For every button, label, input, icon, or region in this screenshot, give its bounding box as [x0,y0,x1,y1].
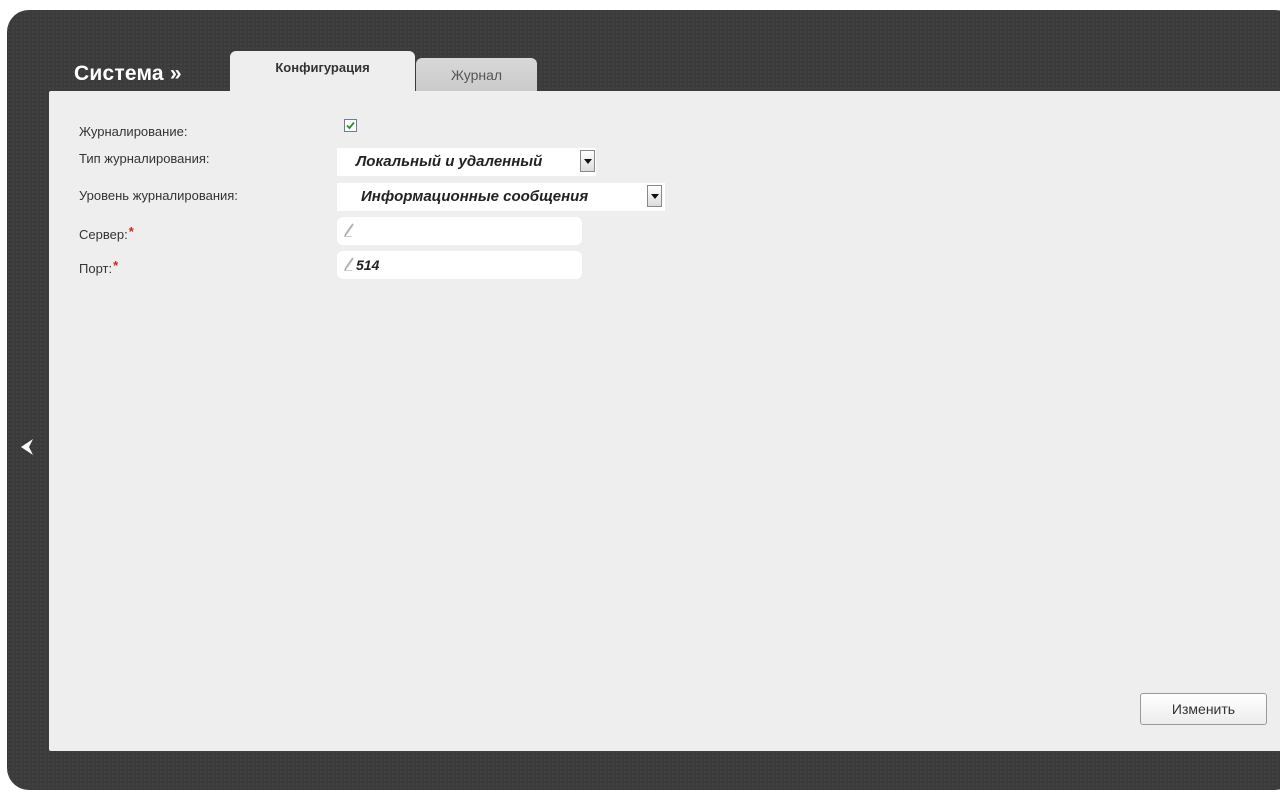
pencil-icon [344,223,354,237]
log-level-value: Информационные сообщения [361,188,589,205]
chevron-left-icon[interactable] [20,437,34,457]
section-title: Система » [74,62,182,85]
required-mark: * [128,224,134,239]
chevron-down-icon[interactable] [580,150,595,172]
port-label-text: Порт: [79,261,113,276]
port-label: Порт:* [79,258,119,276]
log-level-select[interactable]: Информационные сообщения [337,183,665,211]
server-input[interactable] [337,217,582,245]
server-label: Сервер:* [79,224,134,242]
log-type-value: Локальный и удаленный [356,153,543,170]
log-level-label: Уровень журналирования: [79,188,238,203]
port-input[interactable]: 514 [337,251,582,279]
pencil-icon [344,257,354,271]
logging-checkbox[interactable] [344,119,357,132]
chevron-down-icon[interactable] [647,185,662,207]
tab-configuration[interactable]: Конфигурация [230,51,415,95]
port-value: 514 [356,257,380,273]
apply-button[interactable]: Изменить [1140,693,1267,725]
required-mark: * [113,258,119,273]
tab-log[interactable]: Журнал [416,58,537,94]
server-label-text: Сервер: [79,227,128,242]
log-type-select[interactable]: Локальный и удаленный [337,148,596,176]
log-type-label: Тип журналирования: [79,151,210,166]
logging-label: Журналирование: [79,124,188,139]
check-icon [346,121,355,130]
